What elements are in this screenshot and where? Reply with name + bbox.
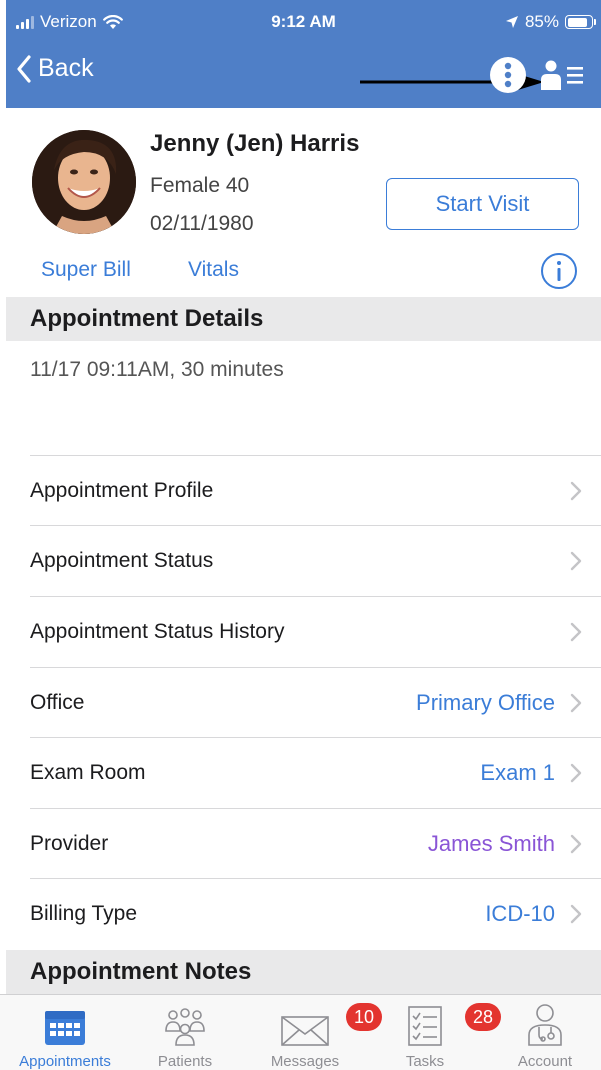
patient-sex-age: Female 40: [150, 174, 250, 197]
row-label: Office: [30, 690, 85, 714]
row-label: Exam Room: [30, 760, 146, 784]
tab-label: Messages: [270, 1053, 340, 1070]
row-billing-type[interactable]: Billing Type ICD-10: [30, 878, 601, 948]
row-office[interactable]: Office Primary Office: [30, 667, 601, 737]
location-arrow-icon: [505, 16, 518, 28]
appointment-summary: 11/17 09:11AM, 30 minutes: [30, 358, 284, 381]
battery-percent: 85%: [524, 12, 559, 31]
tab-account[interactable]: Account: [490, 1001, 600, 1070]
row-label: Billing Type: [30, 901, 138, 925]
chevron-right-icon: [570, 481, 582, 500]
tab-bar: Appointments Patients 10 Messages 28 Tas…: [0, 994, 601, 1070]
chevron-right-icon: [570, 834, 582, 853]
chevron-right-icon: [570, 693, 582, 712]
chevron-right-icon: [570, 763, 582, 782]
billing-type-value: ICD-10: [485, 900, 555, 926]
overflow-dots-icon[interactable]: [489, 56, 527, 94]
start-visit-button[interactable]: Start Visit: [386, 178, 579, 230]
info-icon[interactable]: [540, 252, 578, 290]
back-label: Back: [38, 54, 94, 82]
chevron-right-icon: [570, 551, 582, 570]
tab-label: Tasks: [405, 1053, 445, 1070]
patient-avatar: [32, 130, 136, 234]
patient-dob: 02/11/1980: [150, 212, 254, 235]
back-button[interactable]: Back: [16, 54, 94, 83]
tab-label: Patients: [157, 1053, 213, 1070]
tab-label: Account: [517, 1053, 573, 1070]
row-label: Provider: [30, 831, 109, 855]
patient-header: Jenny (Jen) Harris Female 40 02/11/1980 …: [0, 108, 601, 298]
calendar-icon: [45, 1011, 85, 1045]
status-bar: Verizon 9:12 AM 85%: [6, 0, 601, 46]
tab-tasks[interactable]: 28 Tasks: [370, 1001, 501, 1070]
row-appointment-status-history[interactable]: Appointment Status History: [30, 596, 601, 666]
envelope-icon: [281, 1016, 329, 1046]
row-appointment-profile[interactable]: Appointment Profile: [30, 455, 601, 525]
office-value: Primary Office: [416, 689, 555, 715]
patient-list-icon[interactable]: [541, 59, 585, 91]
chevron-right-icon: [570, 622, 582, 641]
super-bill-link[interactable]: Super Bill: [41, 258, 131, 282]
exam-room-value: Exam 1: [480, 759, 555, 785]
tab-patients[interactable]: Patients: [130, 1001, 240, 1070]
battery-icon: [565, 15, 596, 29]
chevron-right-icon: [570, 904, 582, 923]
row-label: Appointment Profile: [30, 478, 214, 502]
provider-value: James Smith: [427, 830, 555, 856]
row-appointment-status[interactable]: Appointment Status: [30, 525, 601, 595]
top-bar: Verizon 9:12 AM 85% Back: [6, 0, 601, 108]
tab-messages[interactable]: 10 Messages: [250, 1001, 382, 1070]
tab-label: Appointments: [19, 1053, 111, 1070]
people-group-icon: [165, 1008, 205, 1046]
appointment-notes-header: Appointment Notes: [6, 950, 601, 994]
row-label: Appointment Status: [30, 548, 214, 572]
chevron-left-icon: [17, 54, 31, 83]
navigation-bar: Back: [6, 50, 601, 102]
doctor-account-icon: [528, 1004, 562, 1046]
row-provider[interactable]: Provider James Smith: [30, 808, 601, 878]
checklist-icon: [408, 1006, 442, 1046]
appointment-details-header: Appointment Details: [6, 297, 601, 341]
vitals-link[interactable]: Vitals: [188, 258, 239, 282]
tab-appointments[interactable]: Appointments: [10, 1001, 120, 1070]
row-label: Appointment Status History: [30, 619, 285, 643]
row-exam-room[interactable]: Exam Room Exam 1: [30, 737, 601, 807]
patient-name: Jenny (Jen) Harris: [150, 130, 360, 157]
